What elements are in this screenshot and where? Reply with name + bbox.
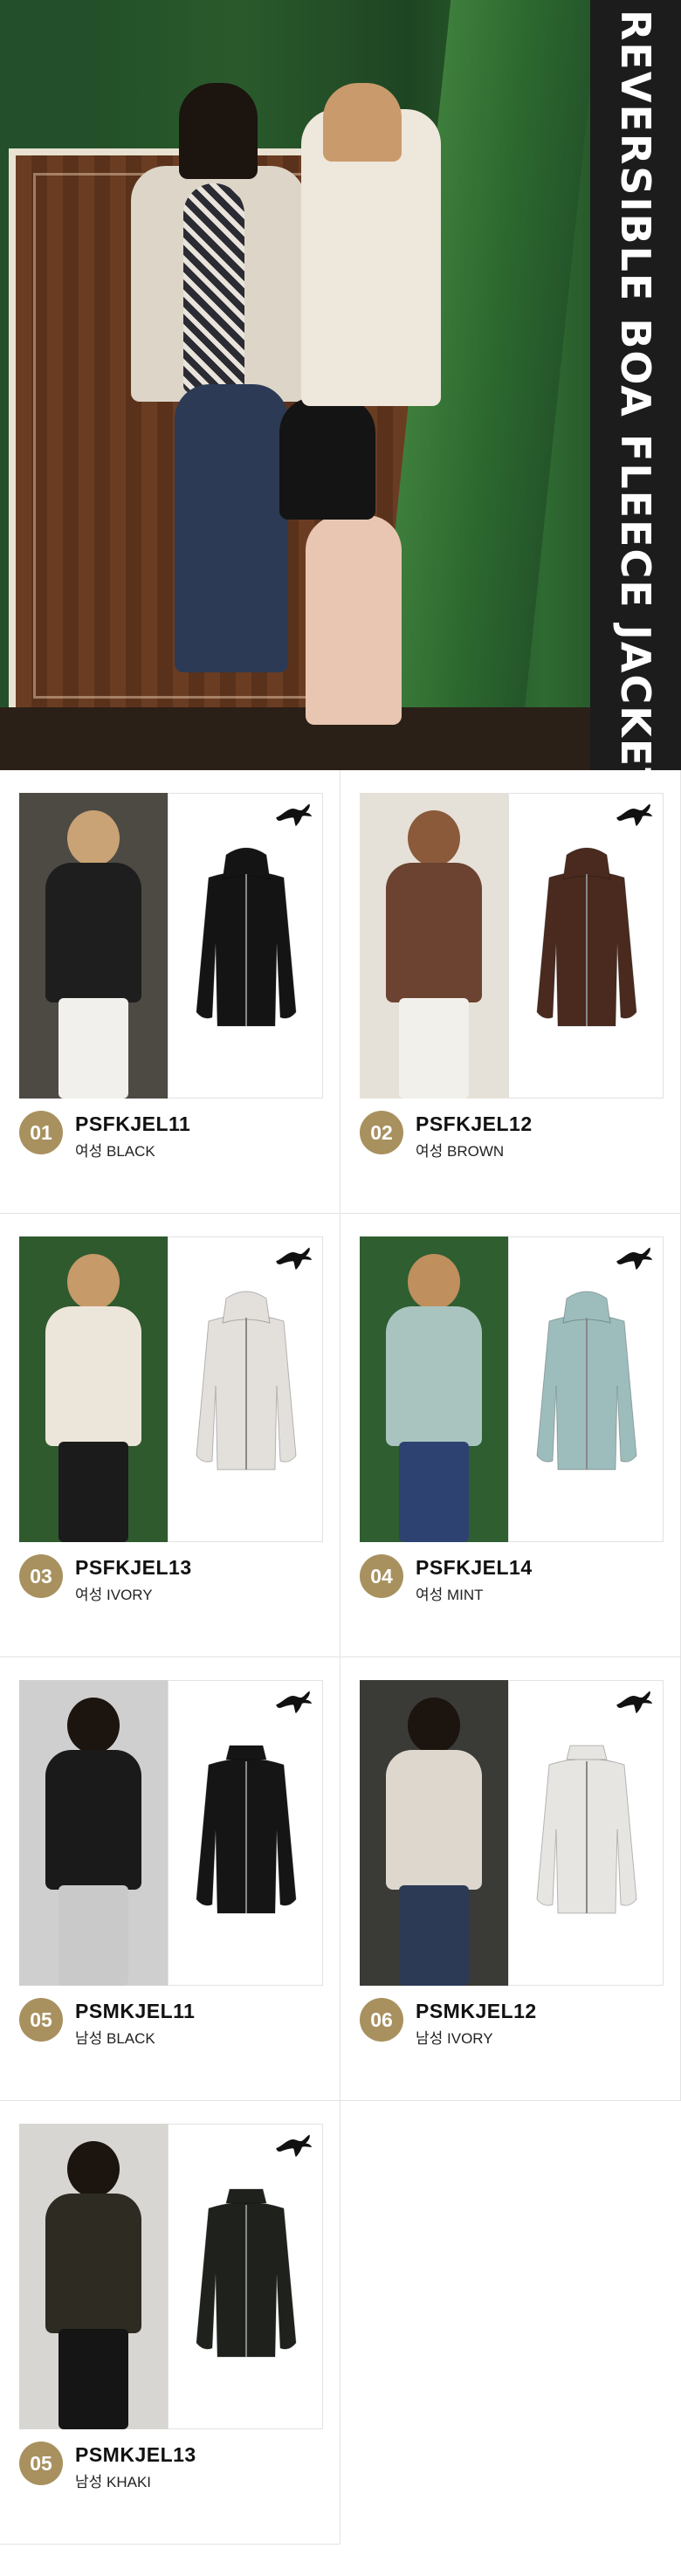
product-code: PSMKJEL11	[75, 2000, 196, 2022]
puma-logo-icon	[273, 1243, 313, 1272]
puma-logo-icon	[614, 799, 654, 829]
model-photo	[19, 2124, 168, 2429]
jacket-icon	[191, 1733, 301, 1925]
product-code: PSMKJEL13	[75, 2443, 196, 2466]
product-image	[168, 1680, 323, 1986]
product-number-badge: 03	[19, 1554, 63, 1598]
product-card[interactable]: 03 PSFKJEL13 여성 IVORY	[0, 1214, 340, 1657]
product-card[interactable]: 05 PSMKJEL11 남성 BLACK	[0, 1657, 340, 2101]
product-card[interactable]: 06 PSMKJEL12 남성 IVORY	[340, 1657, 681, 2101]
product-image	[508, 1680, 664, 1986]
jacket-icon	[191, 2177, 301, 2369]
product-image	[508, 793, 664, 1099]
product-card[interactable]: 01 PSFKJEL11 여성 BLACK	[0, 770, 340, 1214]
product-info: 05 PSMKJEL11 남성 BLACK	[19, 1996, 325, 2049]
product-number-badge: 01	[19, 1111, 63, 1154]
model-photo	[19, 1236, 168, 1542]
hero-model-female-shorts	[279, 397, 375, 520]
product-image	[508, 1236, 664, 1542]
model-photo	[360, 1236, 508, 1542]
product-image	[168, 793, 323, 1099]
product-number-badge: 06	[360, 1998, 403, 2042]
product-image	[168, 2124, 323, 2429]
puma-logo-icon	[273, 2130, 313, 2159]
product-card[interactable]: 04 PSFKJEL14 여성 MINT	[340, 1214, 681, 1657]
product-color-label: 남성 IVORY	[416, 2030, 493, 2047]
product-info: 06 PSMKJEL12 남성 IVORY	[360, 1996, 665, 2049]
product-code: PSMKJEL12	[416, 2000, 537, 2022]
jacket-icon	[532, 1733, 642, 1925]
product-number-badge: 05	[19, 1998, 63, 2042]
product-info: 03 PSFKJEL13 여성 IVORY	[19, 1553, 325, 1605]
product-color-label: 여성 MINT	[416, 1587, 484, 1603]
hero-model-male-jeans	[175, 384, 288, 672]
model-photo	[360, 1680, 508, 1986]
product-color-label: 여성 BLACK	[75, 1143, 155, 1160]
puma-logo-icon	[273, 1686, 313, 1716]
hero-title: REVERSIBLE BOA FLEECE JACKET	[612, 10, 659, 770]
product-code: PSFKJEL11	[75, 1112, 191, 1135]
jacket-icon	[532, 1290, 642, 1482]
product-number-badge: 05	[19, 2442, 63, 2485]
product-color-label: 남성 KHAKI	[75, 2474, 152, 2490]
puma-logo-icon	[614, 1686, 654, 1716]
product-code: PSFKJEL14	[416, 1556, 533, 1579]
product-card[interactable]: 02 PSFKJEL12 여성 BROWN	[340, 770, 681, 1214]
product-number-badge: 02	[360, 1111, 403, 1154]
product-color-label: 여성 BROWN	[416, 1143, 505, 1160]
product-info: 02 PSFKJEL12 여성 BROWN	[360, 1109, 665, 1161]
jacket-icon	[191, 1290, 301, 1482]
product-color-label: 남성 BLACK	[75, 2030, 155, 2047]
product-card[interactable]: 05 PSMKJEL13 남성 KHAKI	[0, 2101, 340, 2545]
model-photo	[19, 793, 168, 1099]
model-photo	[19, 1680, 168, 1986]
product-code: PSFKJEL12	[416, 1112, 533, 1135]
product-info: 01 PSFKJEL11 여성 BLACK	[19, 1109, 325, 1161]
jacket-icon	[191, 846, 301, 1038]
puma-logo-icon	[273, 799, 313, 829]
hero-banner: REVERSIBLE BOA FLEECE JACKET	[0, 0, 681, 770]
puma-logo-icon	[614, 1243, 654, 1272]
product-image	[168, 1236, 323, 1542]
product-number-badge: 04	[360, 1554, 403, 1598]
hero-model-female-hair	[323, 83, 402, 162]
product-code: PSFKJEL13	[75, 1556, 192, 1579]
product-info: 05 PSMKJEL13 남성 KHAKI	[19, 2440, 325, 2492]
product-info: 04 PSFKJEL14 여성 MINT	[360, 1553, 665, 1605]
hero-model-female-legs	[306, 515, 402, 725]
jacket-icon	[532, 846, 642, 1038]
hero-model-male-shirt	[183, 183, 244, 393]
model-photo	[360, 793, 508, 1099]
product-color-label: 여성 IVORY	[75, 1587, 153, 1603]
hero-model-male-head	[179, 83, 258, 179]
